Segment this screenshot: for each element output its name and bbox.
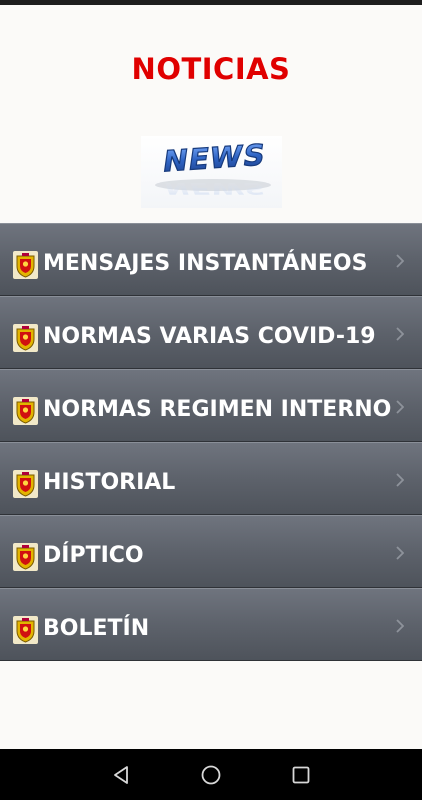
- news-logo-reflection: NEWS: [161, 179, 269, 198]
- crest-icon: [13, 397, 38, 425]
- menu-item-normas-regimen-interno[interactable]: NORMAS REGIMEN INTERNO: [0, 369, 422, 442]
- chevron-right-icon: [396, 400, 404, 414]
- menu-item-diptico[interactable]: DÍPTICO: [0, 515, 422, 588]
- news-logo-graphic: NEWS NEWS: [155, 137, 271, 198]
- menu-item-label: DÍPTICO: [43, 543, 144, 568]
- chevron-right-icon: [396, 254, 404, 268]
- menu-item-historial[interactable]: HISTORIAL: [0, 442, 422, 515]
- chevron-right-icon: [396, 546, 404, 560]
- news-logo-text: NEWS: [161, 138, 268, 179]
- recents-icon[interactable]: [290, 764, 312, 786]
- chevron-right-icon: [396, 619, 404, 633]
- menu-list: MENSAJES INSTANTÁNEOS NORMAS VARIAS COVI…: [0, 223, 422, 661]
- crest-icon: [13, 470, 38, 498]
- menu-item-label: NORMAS REGIMEN INTERNO: [43, 397, 392, 422]
- menu-item-normas-varias-covid-19[interactable]: NORMAS VARIAS COVID-19: [0, 296, 422, 369]
- menu-item-mensajes-instantaneos[interactable]: MENSAJES INSTANTÁNEOS: [0, 223, 422, 296]
- back-icon[interactable]: [110, 764, 132, 786]
- news-logo: NEWS NEWS: [141, 136, 282, 208]
- home-icon[interactable]: [200, 764, 222, 786]
- menu-item-label: BOLETÍN: [43, 616, 150, 641]
- page-title: NOTICIAS: [131, 52, 291, 86]
- crest-icon: [13, 616, 38, 644]
- menu-item-boletin[interactable]: BOLETÍN: [0, 588, 422, 661]
- crest-icon: [13, 251, 38, 279]
- system-nav-bar: [0, 749, 422, 800]
- menu-item-label: HISTORIAL: [43, 470, 176, 495]
- chevron-right-icon: [396, 327, 404, 341]
- chevron-right-icon: [396, 473, 404, 487]
- menu-item-label: MENSAJES INSTANTÁNEOS: [43, 251, 368, 276]
- crest-icon: [13, 543, 38, 571]
- status-bar: [0, 0, 422, 5]
- menu-item-label: NORMAS VARIAS COVID-19: [43, 324, 376, 349]
- crest-icon: [13, 324, 38, 352]
